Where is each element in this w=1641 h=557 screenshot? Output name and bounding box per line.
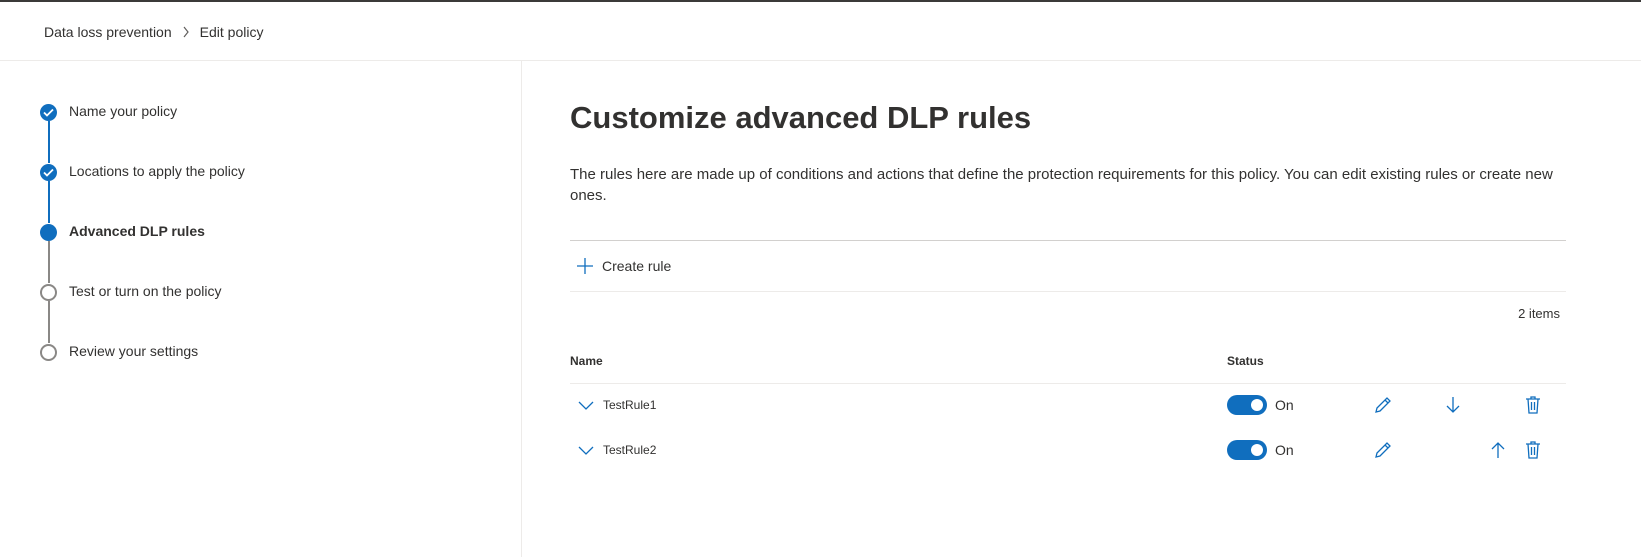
chevron-down-icon[interactable]: [577, 396, 595, 414]
step-label: Advanced DLP rules: [69, 223, 205, 239]
rule-name: TestRule2: [603, 443, 657, 457]
command-bar-bottom-divider: [570, 291, 1566, 292]
step-label: Name your policy: [69, 103, 178, 119]
rule-name: TestRule1: [603, 398, 657, 412]
column-header-name[interactable]: Name: [570, 354, 603, 368]
step-label: Review your settings: [69, 343, 199, 359]
wizard-panel-divider: [521, 61, 522, 557]
empty-circle-icon: [40, 344, 57, 361]
status-label: On: [1275, 397, 1294, 413]
step-connector: [48, 181, 50, 223]
step-connector: [48, 121, 50, 163]
breadcrumb: Data loss prevention Edit policy: [44, 22, 263, 42]
create-rule-label: Create rule: [602, 258, 672, 274]
header-divider: [0, 60, 1641, 61]
step-connector: [48, 301, 50, 343]
page-title: Customize advanced DLP rules: [570, 100, 1032, 135]
trash-icon[interactable]: [1523, 440, 1543, 460]
checkmark-icon: [40, 164, 57, 181]
table-row: TestRule2 On: [570, 429, 1566, 473]
step-label: Locations to apply the policy: [69, 163, 245, 179]
trash-icon[interactable]: [1523, 395, 1543, 415]
item-count: 2 items: [1518, 306, 1560, 321]
empty-circle-icon: [40, 284, 57, 301]
breadcrumb-data-loss-prevention[interactable]: Data loss prevention: [44, 24, 172, 40]
breadcrumb-edit-policy: Edit policy: [199, 24, 264, 40]
plus-icon: [577, 258, 593, 274]
chevron-right-icon: [176, 25, 196, 39]
checkmark-icon: [40, 104, 57, 121]
step-connector: [48, 241, 50, 283]
status-toggle[interactable]: [1227, 440, 1267, 460]
status-toggle[interactable]: [1227, 395, 1267, 415]
status-label: On: [1275, 442, 1294, 458]
current-step-icon: [40, 224, 57, 241]
table-row: TestRule1 On: [570, 384, 1566, 428]
arrow-up-icon[interactable]: [1488, 440, 1508, 460]
toggle-knob: [1251, 444, 1263, 456]
step-label: Test or turn on the policy: [69, 283, 222, 299]
arrow-down-icon[interactable]: [1443, 395, 1463, 415]
command-bar-top-divider: [570, 240, 1566, 241]
column-header-status[interactable]: Status: [1227, 354, 1264, 368]
pencil-icon[interactable]: [1373, 395, 1393, 415]
window-top-border: [0, 0, 1641, 2]
chevron-down-icon[interactable]: [577, 441, 595, 459]
page-description: The rules here are made up of conditions…: [570, 166, 1553, 204]
create-rule-button[interactable]: Create rule: [576, 255, 671, 277]
pencil-icon[interactable]: [1373, 440, 1393, 460]
toggle-knob: [1251, 399, 1263, 411]
